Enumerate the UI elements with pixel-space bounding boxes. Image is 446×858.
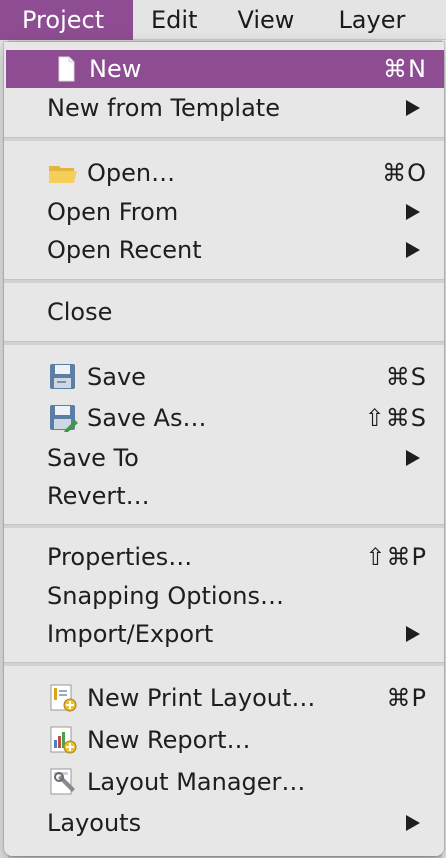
new-document-icon xyxy=(50,55,80,83)
menu-item-open[interactable]: Open… ⌘O xyxy=(4,154,444,192)
menubar-layer[interactable]: Layer xyxy=(328,0,427,40)
menu-separator xyxy=(4,137,444,141)
submenu-arrow-icon xyxy=(406,815,420,831)
menu-item-label: Revert… xyxy=(47,482,150,510)
menubar-view[interactable]: View xyxy=(227,0,328,40)
shortcut-label: ⇧⌘P xyxy=(365,543,427,571)
menu-item-new[interactable]: New ⌘N xyxy=(6,50,444,88)
menu-item-label: Layout Manager… xyxy=(87,768,306,796)
submenu-arrow-icon xyxy=(406,100,420,116)
menu-item-label: New xyxy=(89,55,142,83)
menubar-project[interactable]: Project xyxy=(0,0,133,40)
menu-item-layout-manager[interactable]: Layout Manager… xyxy=(4,763,444,801)
menu-item-close[interactable]: Close xyxy=(4,293,444,331)
menu-item-label: New Report… xyxy=(87,726,251,754)
submenu-arrow-icon xyxy=(406,450,420,466)
menu-item-save[interactable]: Save ⌘S xyxy=(4,358,444,396)
menu-item-layouts[interactable]: Layouts xyxy=(4,804,444,842)
menubar-edit[interactable]: Edit xyxy=(133,0,227,40)
menu-item-import-export[interactable]: Import/Export xyxy=(4,615,444,653)
shortcut-label: ⌘N xyxy=(383,55,427,83)
menu-separator xyxy=(4,279,444,283)
menu-item-new-print-layout[interactable]: New Print Layout… ⌘P xyxy=(4,679,444,717)
menu-item-label: Layouts xyxy=(47,809,142,837)
menu-separator xyxy=(4,662,444,666)
submenu-arrow-icon xyxy=(406,626,420,642)
menu-item-label: Save As… xyxy=(87,404,207,432)
project-menu: New ⌘N New from Template Open… ⌘O Open F… xyxy=(4,42,444,856)
menu-item-revert[interactable]: Revert… xyxy=(4,477,444,515)
shortcut-label: ⌘P xyxy=(386,684,427,712)
menu-item-label: Save To xyxy=(47,444,139,472)
menu-separator xyxy=(4,524,444,528)
floppy-disk-icon xyxy=(48,363,78,391)
menu-item-label: Import/Export xyxy=(47,620,214,648)
menu-item-save-to[interactable]: Save To xyxy=(4,439,444,477)
menu-item-label: Close xyxy=(47,298,113,326)
shortcut-label: ⇧⌘S xyxy=(364,404,427,432)
menu-item-label: New from Template xyxy=(47,94,280,122)
menu-separator xyxy=(4,341,444,345)
menu-item-properties[interactable]: Properties… ⇧⌘P xyxy=(4,538,444,576)
menu-item-label: Open… xyxy=(87,159,176,187)
menu-item-snapping-options[interactable]: Snapping Options… xyxy=(4,577,444,615)
menu-item-new-from-template[interactable]: New from Template xyxy=(4,89,444,127)
submenu-arrow-icon xyxy=(406,242,420,258)
floppy-disk-edit-icon xyxy=(48,404,78,432)
report-icon xyxy=(48,726,78,754)
menu-item-label: Snapping Options… xyxy=(47,582,284,610)
menu-item-label: Open From xyxy=(47,198,179,226)
shortcut-label: ⌘O xyxy=(382,159,427,187)
menu-item-label: Open Recent xyxy=(47,236,202,264)
menu-item-open-from[interactable]: Open From xyxy=(4,193,444,231)
menu-item-label: Save xyxy=(87,363,146,391)
layout-manager-icon xyxy=(48,768,78,796)
print-layout-icon xyxy=(48,684,78,712)
menu-item-label: Properties… xyxy=(47,543,193,571)
shortcut-label: ⌘S xyxy=(385,363,427,391)
menu-bar: Project Edit View Layer xyxy=(0,0,446,40)
menu-item-open-recent[interactable]: Open Recent xyxy=(4,231,444,269)
menu-item-new-report[interactable]: New Report… xyxy=(4,721,444,759)
menu-item-save-as[interactable]: Save As… ⇧⌘S xyxy=(4,399,444,437)
submenu-arrow-icon xyxy=(406,204,420,220)
menu-item-label: New Print Layout… xyxy=(87,684,316,712)
folder-icon xyxy=(48,159,78,187)
